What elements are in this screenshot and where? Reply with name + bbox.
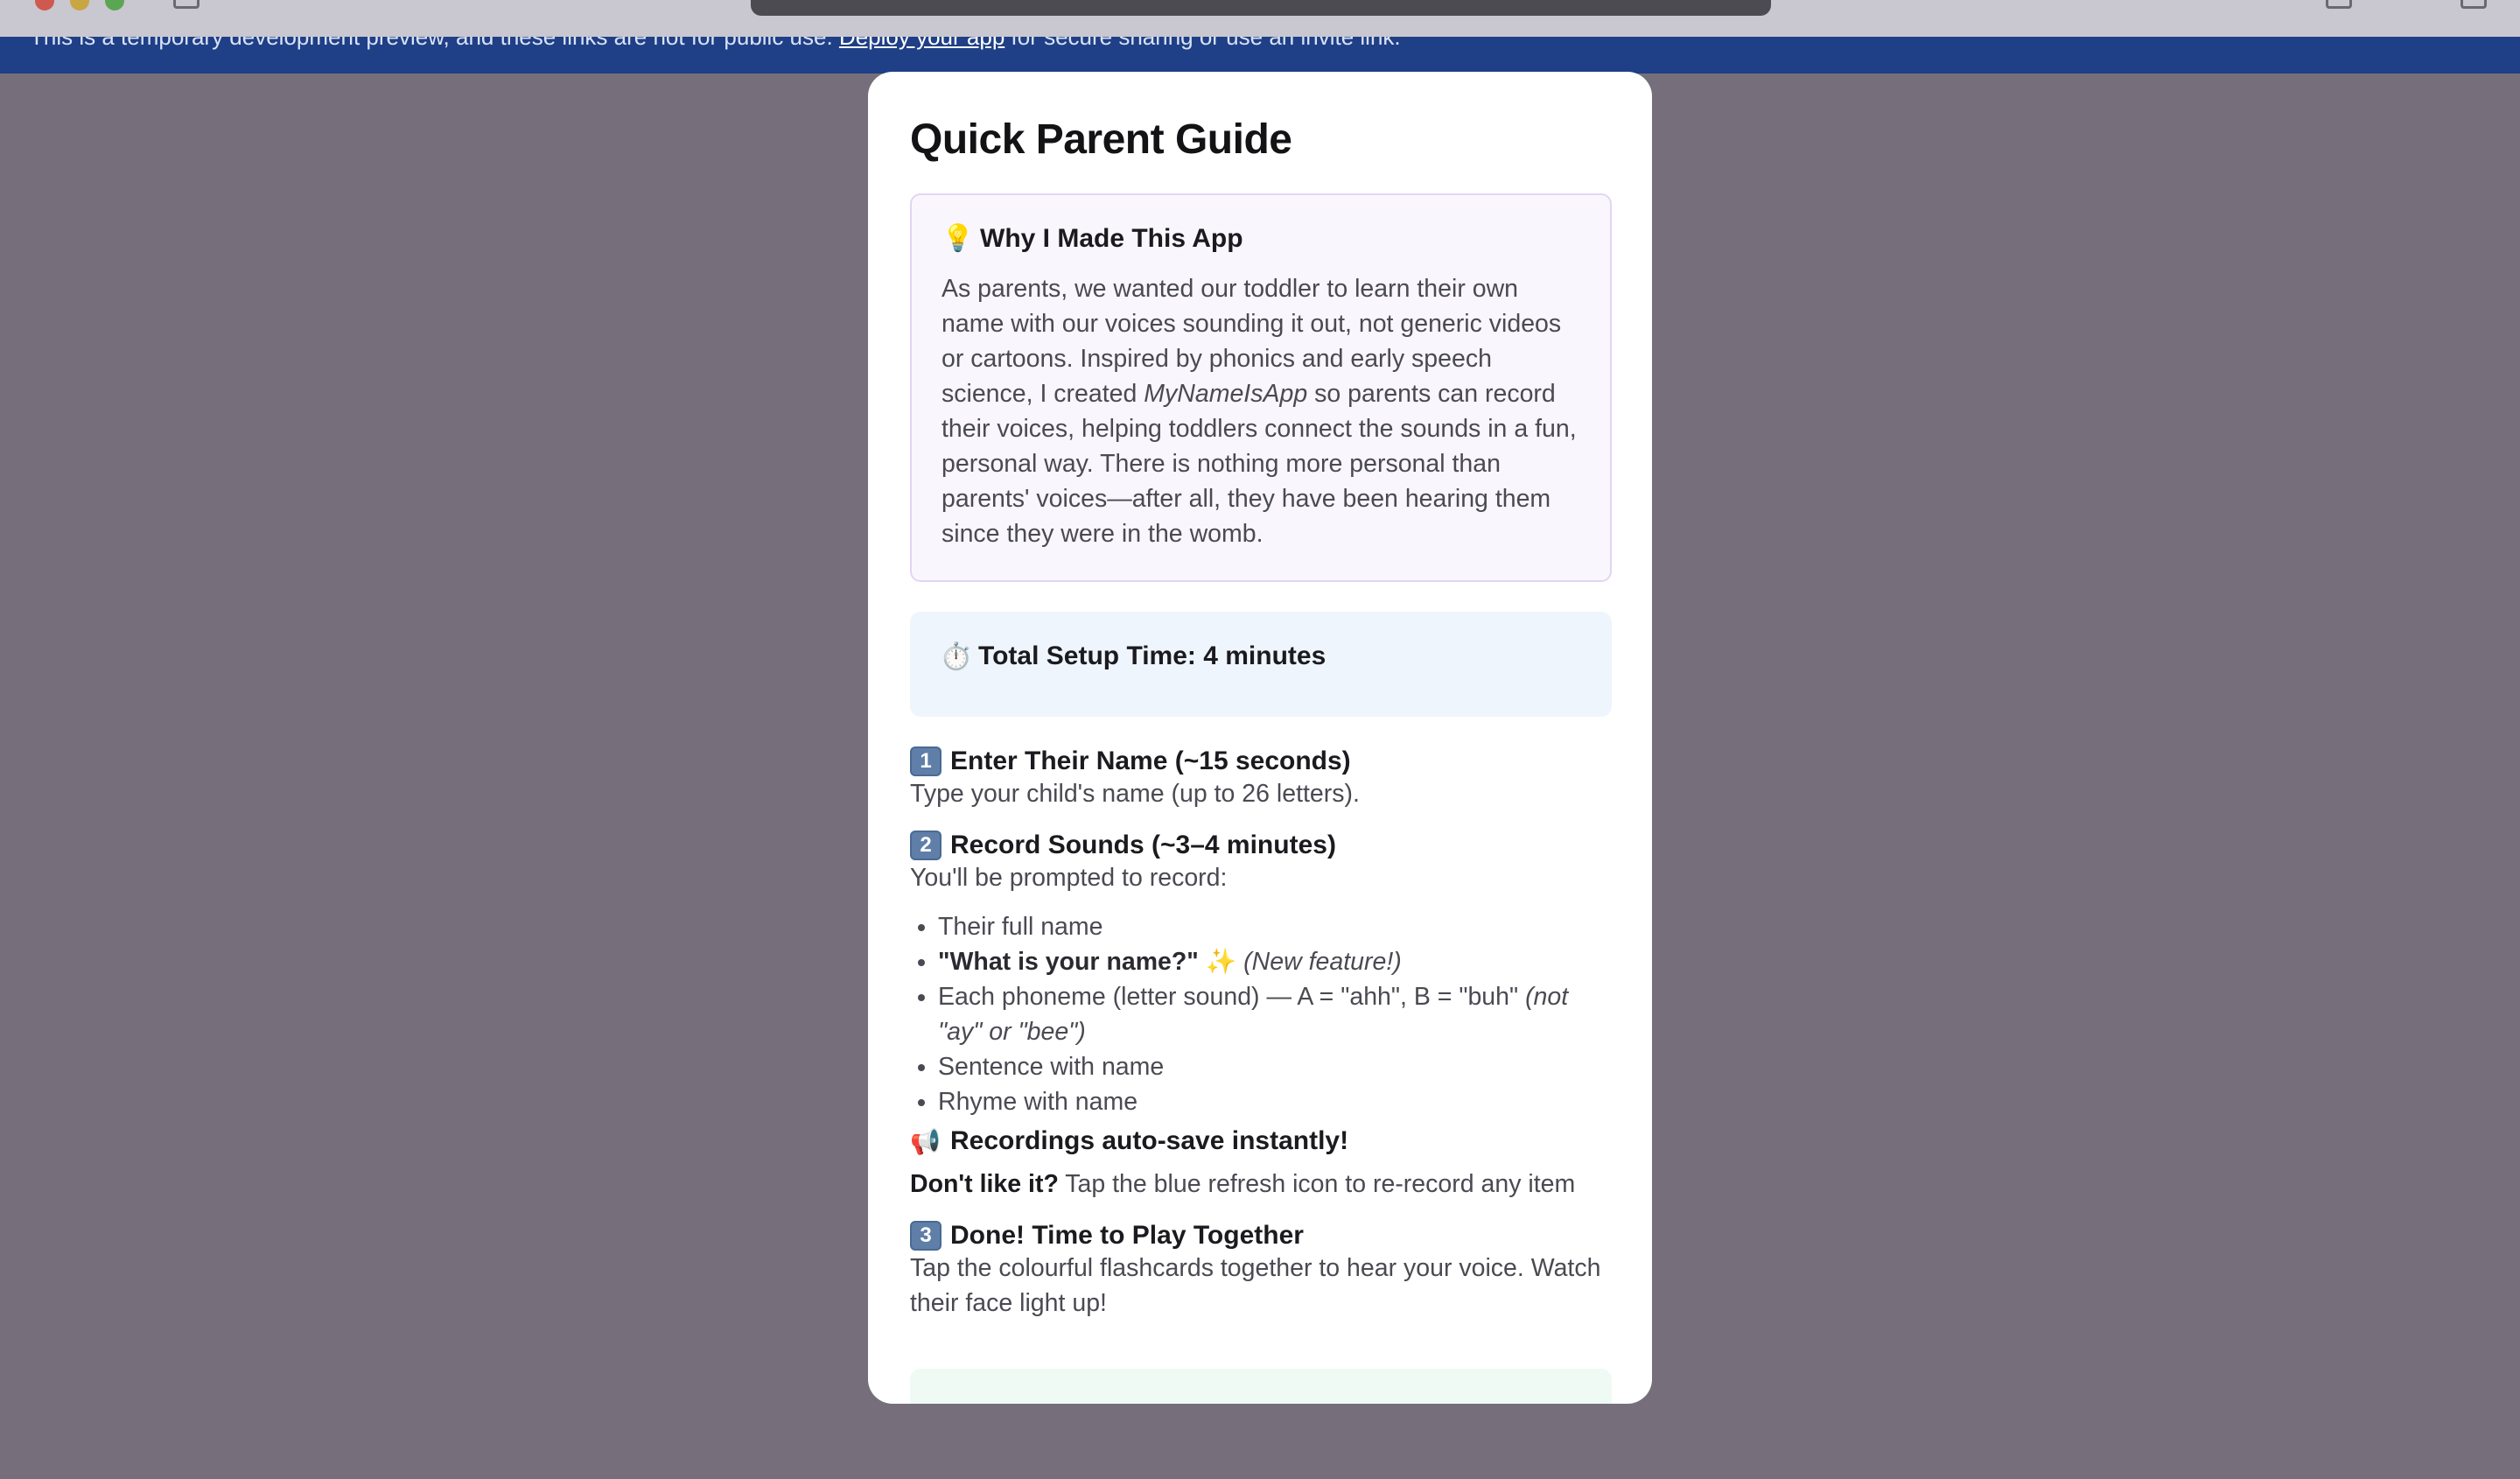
- minimize-window-button[interactable]: [70, 0, 89, 11]
- modal-content: Quick Parent Guide 💡 Why I Made This App…: [910, 72, 1612, 1321]
- setup-time-text: Total Setup Time: 4 minutes: [978, 641, 1326, 670]
- list-item-what-is-name: "What is your name?": [938, 948, 1199, 976]
- why-card-title-text: Why I Made This App: [980, 223, 1243, 253]
- list-item: Rhyme with name: [938, 1084, 1612, 1119]
- step-3-description: Tap the colourful flashcards together to…: [910, 1254, 1601, 1317]
- list-item-sentence: Sentence with name: [938, 1053, 1165, 1081]
- number-1-icon: 1: [910, 747, 942, 776]
- list-item: Sentence with name: [938, 1049, 1612, 1084]
- number-3-icon: 3: [910, 1221, 942, 1251]
- list-item-phoneme: Each phoneme (letter sound) — A = "ahh",…: [938, 983, 1519, 1011]
- rerecord-note: Don't like it? Tap the blue refresh icon…: [910, 1167, 1612, 1202]
- step-2: 2 Record Sounds (~3–4 minutes) You'll be…: [910, 831, 1612, 1119]
- list-item: Each phoneme (letter sound) — A = "ahh",…: [938, 979, 1612, 1049]
- banner-text-after: for secure sharing or use an invite link…: [1011, 37, 1401, 50]
- lightbulb-icon: 💡: [942, 224, 975, 253]
- step-2-description: You'll be prompted to record:: [910, 864, 1228, 892]
- step-1-title: Enter Their Name (~15 seconds): [950, 747, 1351, 775]
- step-2-heading: 2 Record Sounds (~3–4 minutes): [910, 831, 1612, 860]
- sidebar-icon[interactable]: [173, 0, 200, 9]
- list-item: "What is your name?" ✨ (New feature!): [938, 944, 1612, 979]
- sparkles-icon: ✨: [1205, 948, 1237, 976]
- new-feature-note: (New feature!): [1243, 948, 1402, 976]
- deploy-app-link[interactable]: Deploy your app: [839, 37, 1004, 50]
- why-card-text: As parents, we wanted our toddler to lea…: [942, 271, 1582, 551]
- autosave-text: Recordings auto-save instantly!: [950, 1126, 1349, 1155]
- app-name: MyNameIsApp: [1144, 380, 1308, 408]
- rerecord-text: Tap the blue refresh icon to re-record a…: [1065, 1170, 1576, 1198]
- step-3-title: Done! Time to Play Together: [950, 1221, 1304, 1250]
- step-1-heading: 1 Enter Their Name (~15 seconds): [910, 747, 1612, 776]
- step-1-description: Type your child's name (up to 26 letters…: [910, 780, 1360, 808]
- address-bar[interactable]: [751, 0, 1771, 16]
- record-items-list: Their full name "What is your name?" ✨ (…: [910, 909, 1612, 1119]
- why-card-title: 💡 Why I Made This App: [942, 223, 1582, 254]
- close-window-button[interactable]: [35, 0, 54, 11]
- step-3: 3 Done! Time to Play Together Tap the co…: [910, 1221, 1612, 1321]
- stopwatch-icon: ⏱️: [940, 642, 973, 671]
- list-item: Their full name: [938, 909, 1612, 944]
- banner-text-before: This is a temporary development preview,…: [30, 37, 833, 50]
- autosave-note: 📢 Recordings auto-save instantly!: [910, 1126, 1612, 1156]
- list-item-full-name: Their full name: [938, 913, 1103, 941]
- next-section-card: [910, 1369, 1612, 1404]
- dev-preview-banner: This is a temporary development preview,…: [0, 37, 2520, 74]
- page-title: Quick Parent Guide: [910, 116, 1292, 163]
- step-2-title: Record Sounds (~3–4 minutes): [950, 831, 1336, 859]
- share-icon[interactable]: [2326, 0, 2352, 9]
- setup-time-card: ⏱️ Total Setup Time: 4 minutes: [910, 612, 1612, 717]
- megaphone-icon: 📢: [910, 1127, 941, 1155]
- browser-toolbar: [0, 0, 2520, 37]
- why-i-made-this-card: 💡 Why I Made This App As parents, we wan…: [910, 193, 1612, 582]
- parent-guide-modal: Quick Parent Guide 💡 Why I Made This App…: [868, 72, 1652, 1404]
- number-2-icon: 2: [910, 831, 942, 860]
- maximize-window-button[interactable]: [105, 0, 124, 11]
- step-1: 1 Enter Their Name (~15 seconds) Type yo…: [910, 747, 1612, 811]
- tabs-overview-icon[interactable]: [2460, 0, 2487, 9]
- list-item-rhyme: Rhyme with name: [938, 1088, 1138, 1116]
- step-3-heading: 3 Done! Time to Play Together: [910, 1221, 1612, 1251]
- rerecord-lead: Don't like it?: [910, 1170, 1059, 1198]
